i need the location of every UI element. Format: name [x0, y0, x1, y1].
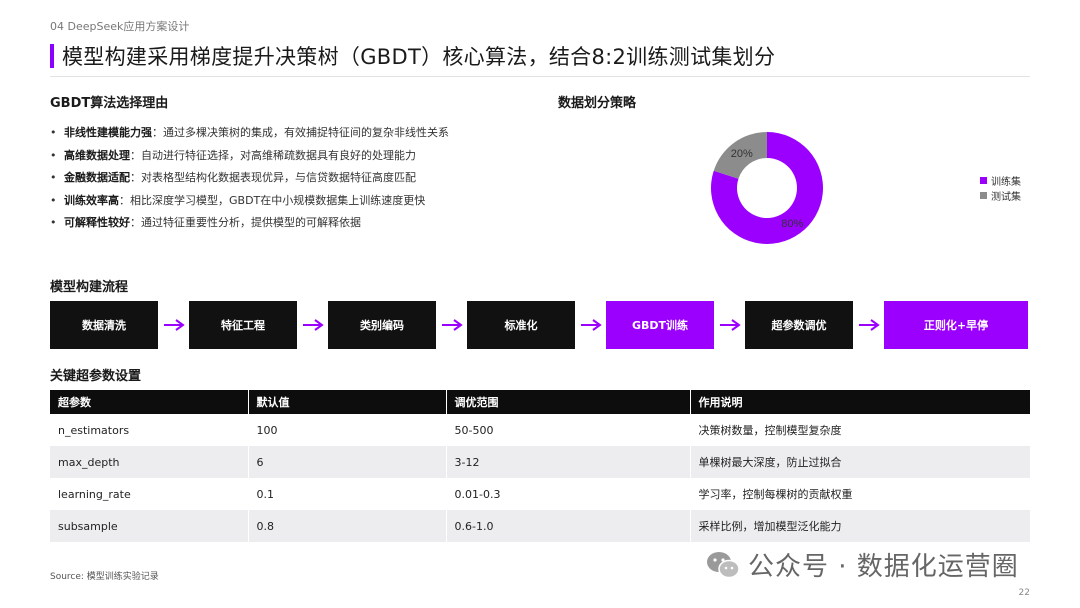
flow-step: 超参数调优: [745, 301, 853, 349]
process-flow: 数据清洗 特征工程 类别编码 标准化 GBDT训练 超参数调优 正则化+早停: [50, 301, 1030, 349]
reasons-list: • 非线性建模能力强：通过多棵决策树的集成，有效捕捉特征间的复杂非线性关系 • 高维…: [50, 122, 530, 235]
reason-key: 训练效率高: [64, 193, 119, 207]
table-cell: 采样比例，增加模型泛化能力: [690, 510, 1030, 542]
legend-label: 训练集: [991, 177, 1021, 188]
table-cell: 学习率，控制每棵树的贡献权重: [690, 478, 1030, 510]
column-header: 作用说明: [690, 390, 1030, 414]
table-cell: 100: [248, 414, 447, 446]
flow-step: 数据清洗: [50, 301, 158, 349]
column-header: 调优范围: [446, 390, 691, 414]
table-cell: 0.6-1.0: [446, 510, 691, 542]
reason-text: ：通过特征重要性分析，提供模型的可解释依据: [130, 216, 361, 229]
donut-value-label: 20%: [731, 148, 753, 160]
reason-key: 非线性建模能力强: [64, 126, 152, 139]
flow-step: 标准化: [467, 301, 575, 349]
table-cell: 3-12: [446, 446, 691, 478]
reason-key: 高维数据处理: [64, 148, 130, 162]
reason-key: 可解释性较好: [64, 216, 130, 229]
flow-arrow-icon: [303, 319, 324, 331]
title-divider: [50, 76, 1030, 77]
split-heading: 数据划分策略: [558, 96, 637, 111]
flow-step: GBDT训练: [606, 301, 714, 349]
flow-arrow-icon: [442, 319, 463, 331]
table-cell: 0.8: [248, 510, 447, 542]
table-cell: 6: [248, 446, 447, 478]
table-cell: subsample: [50, 510, 249, 542]
flow-step: 正则化+早停: [884, 301, 1028, 349]
legend-swatch: [980, 177, 987, 184]
table-cell: n_estimators: [50, 414, 249, 446]
list-item: • 金融数据适配：对表格型结构化数据表现优异，与信贷数据特征高度匹配: [50, 171, 416, 184]
reason-text: ：相比深度学习模型，GBDT在中小规模数据集上训练速度更快: [119, 193, 426, 207]
table-row: subsample 0.8 0.6-1.0 采样比例，增加模型泛化能力: [50, 510, 1030, 542]
flow-heading: 模型构建流程: [50, 280, 129, 295]
table-row: learning_rate 0.1 0.01-0.3 学习率，控制每棵树的贡献权…: [50, 478, 1030, 510]
reason-text: ：通过多棵决策树的集成，有效捕捉特征间的复杂非线性关系: [152, 126, 449, 139]
table-cell: 0.01-0.3: [446, 478, 691, 510]
list-item: • 非线性建模能力强：通过多棵决策树的集成，有效捕捉特征间的复杂非线性关系: [50, 126, 449, 139]
table-cell: 决策树数量，控制模型复杂度: [690, 414, 1030, 446]
column-header: 超参数: [50, 390, 249, 414]
list-item: • 高维数据处理：自动进行特征选择，对高维稀疏数据具有良好的处理能力: [50, 148, 416, 162]
page-number: 22: [1018, 588, 1030, 598]
legend-item-train: 训练集: [980, 173, 1021, 188]
table-cell: 50-500: [446, 414, 691, 446]
watermark-text: 公众号 · 数据化运营圈: [748, 552, 1019, 582]
flow-arrow-icon: [720, 319, 741, 331]
flow-arrow-icon: [581, 319, 602, 331]
table-row: n_estimators 100 50-500 决策树数量，控制模型复杂度: [50, 414, 1030, 446]
source-note: Source: 模型训练实验记录: [50, 572, 159, 582]
page-title: 模型构建采用梯度提升决策树（GBDT）核心算法，结合8:2训练测试集划分: [62, 45, 776, 69]
watermark: 公众号 · 数据化运营圈: [706, 546, 1019, 583]
wechat-icon: [707, 551, 740, 578]
flow-arrow-icon: [859, 319, 880, 331]
list-item: • 训练效率高：相比深度学习模型，GBDT在中小规模数据集上训练速度更快: [50, 193, 426, 207]
legend-label: 测试集: [991, 192, 1021, 203]
reason-key: 金融数据适配: [64, 171, 130, 184]
legend-item-test: 测试集: [980, 188, 1021, 203]
chart-legend: 训练集 测试集: [980, 173, 1021, 203]
params-table: 超参数 默认值 调优范围 作用说明 n_estimators 100 50-50…: [50, 390, 1030, 542]
table-cell: learning_rate: [50, 478, 249, 510]
flow-step: 特征工程: [189, 301, 297, 349]
split-donut-chart: 80% 20%: [711, 132, 823, 244]
flow-step: 类别编码: [328, 301, 436, 349]
params-heading: 关键超参数设置: [50, 369, 142, 384]
table-cell: max_depth: [50, 446, 249, 478]
table-cell: 单棵树最大深度，防止过拟合: [690, 446, 1030, 478]
table-header-row: 超参数 默认值 调优范围 作用说明: [50, 390, 1030, 414]
reason-text: ：对表格型结构化数据表现优异，与信贷数据特征高度匹配: [130, 171, 416, 184]
section-label: 04 DeepSeek应用方案设计: [50, 20, 190, 33]
legend-swatch: [980, 192, 987, 199]
column-header: 默认值: [248, 390, 447, 414]
table-row: max_depth 6 3-12 单棵树最大深度，防止过拟合: [50, 446, 1030, 478]
flow-arrow-icon: [164, 319, 185, 331]
table-cell: 0.1: [248, 478, 447, 510]
list-item: • 可解释性较好：通过特征重要性分析，提供模型的可解释依据: [50, 216, 361, 229]
reasons-heading: GBDT算法选择理由: [50, 96, 169, 111]
donut-value-label: 80%: [781, 218, 803, 230]
reason-text: ：自动进行特征选择，对高维稀疏数据具有良好的处理能力: [130, 148, 416, 162]
title-accent-bar: [50, 44, 54, 68]
